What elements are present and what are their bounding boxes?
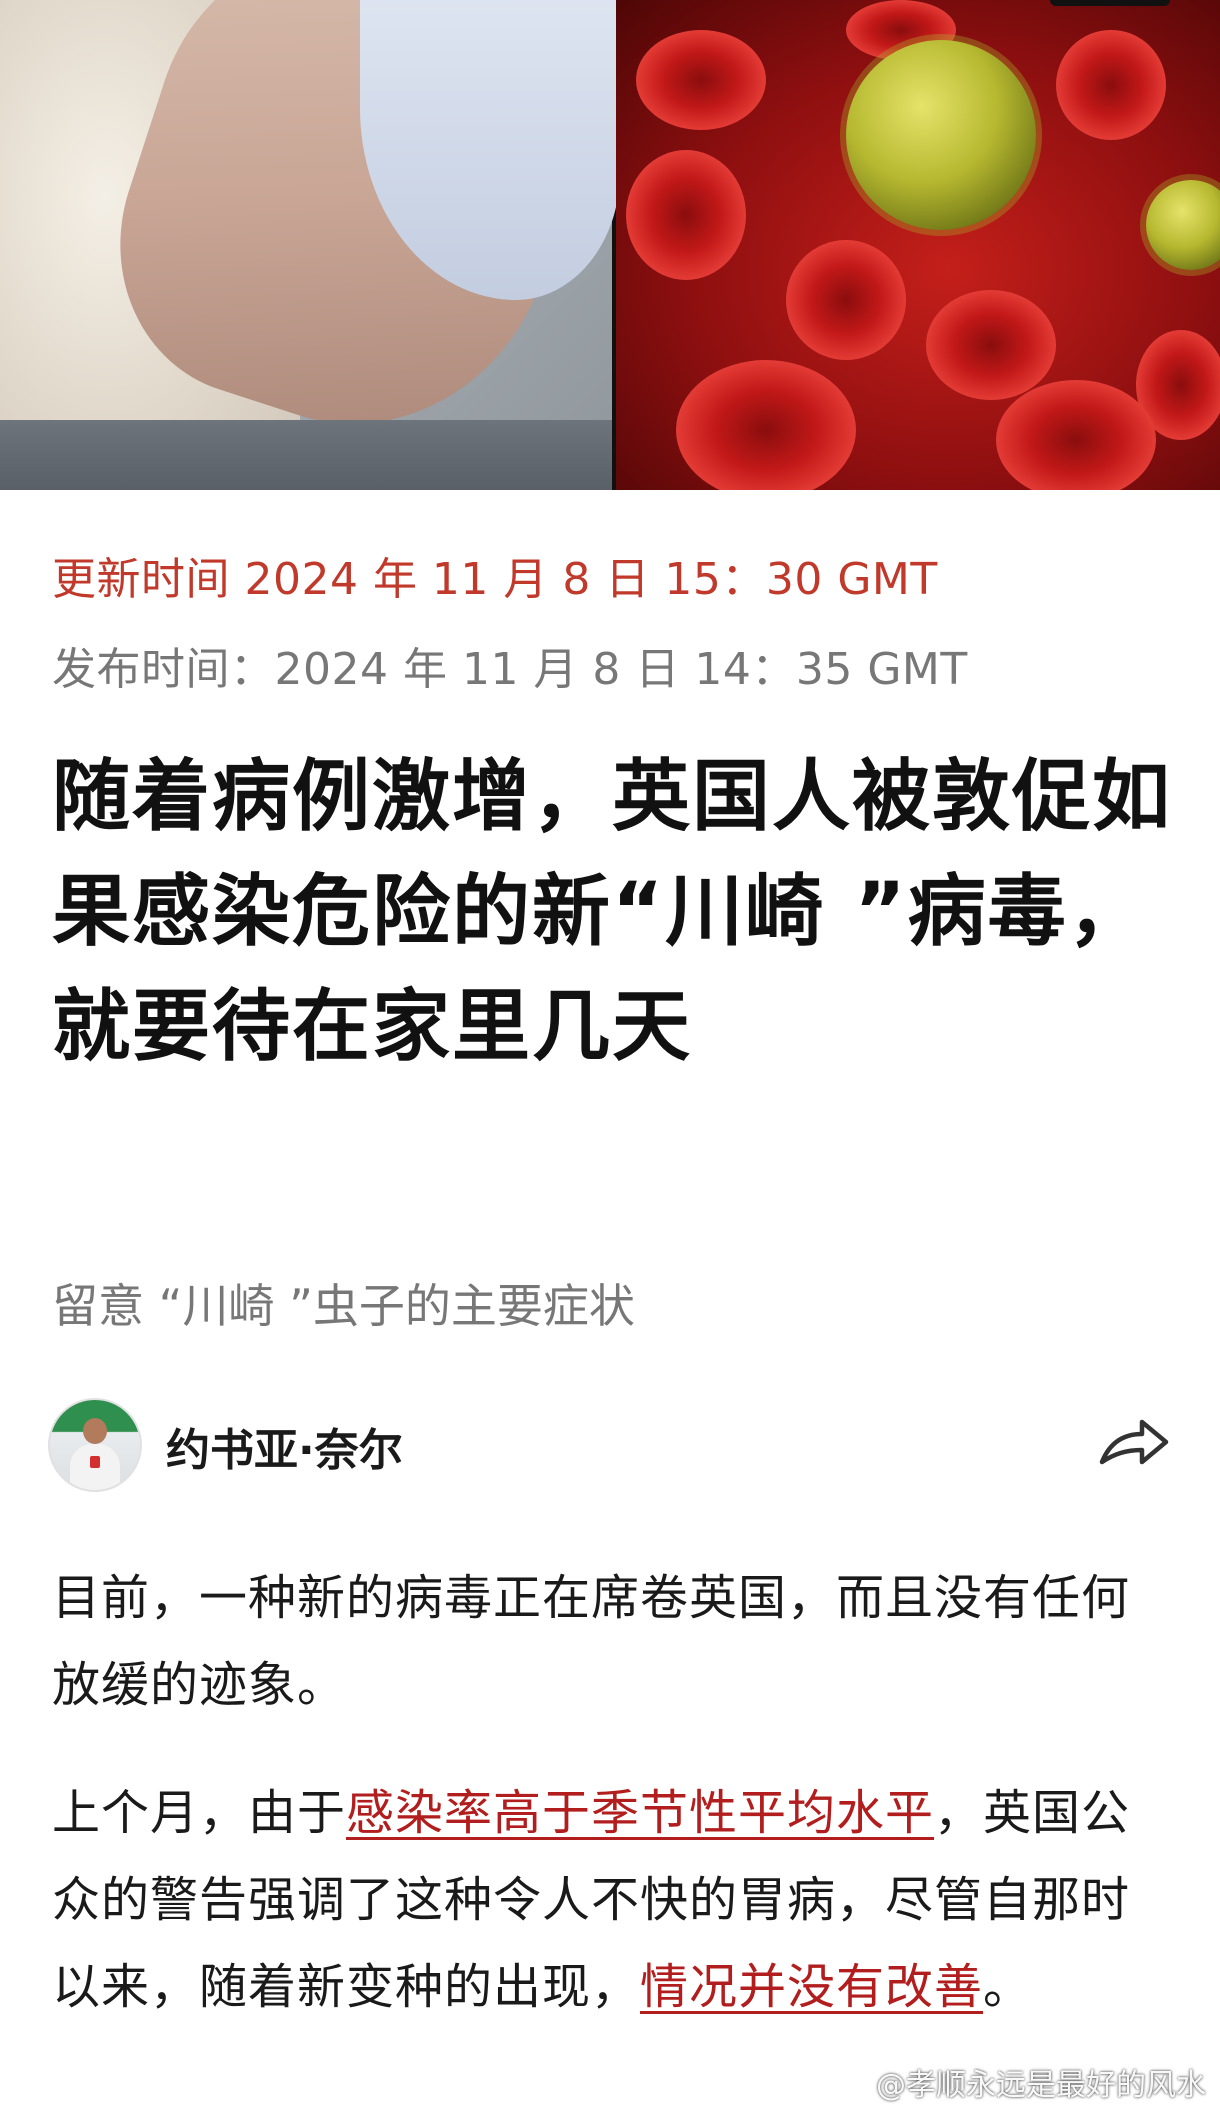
publish-time: 发布时间：2024 年 11 月 8 日 14：35 GMT [52,644,968,695]
watermark-text: @孝顺永远是最好的风水 [876,2068,1206,2103]
infection-rate-link[interactable]: 感染率高于季节性平均水平 [346,1785,934,1841]
update-time: 更新时间 2024 年 11 月 8 日 15：30 GMT [52,554,938,605]
paragraph-2: 上个月，由于感染率高于季节性平均水平，英国公众的警告强调了这种令人不快的胃病，尽… [52,1770,1162,2031]
watermark: @孝顺永远是最好的风水 [832,2060,1206,2104]
article-headline: 随着病例激增，英国人被敦促如果感染危险的新“川崎 ”病毒，就要待在家里几天 [52,752,1173,1072]
author-name[interactable]: 约书亚·奈尔 [166,1414,403,1478]
author-row: 约书亚·奈尔 [48,1398,1178,1493]
article-subtitle: 留意 “川崎 ”虫子的主要症状 [52,1279,635,1333]
paragraph-2-text: 上个月，由于 [52,1785,347,1841]
paragraph-2-text: 。 [983,1959,1033,2015]
hero-corner-bar [1050,0,1170,6]
situation-link[interactable]: 情况并没有改善 [640,1959,983,2015]
author-avatar[interactable] [48,1398,142,1492]
hero-image [0,0,1220,490]
paragraph-1: 目前，一种新的病毒正在席卷英国，而且没有任何放缓的迹象。 [52,1570,1131,1713]
hero-image-virus [616,0,1220,490]
share-arrow-icon[interactable] [1096,1412,1172,1472]
hero-image-patient [0,0,621,490]
weibo-icon [833,2069,872,2097]
